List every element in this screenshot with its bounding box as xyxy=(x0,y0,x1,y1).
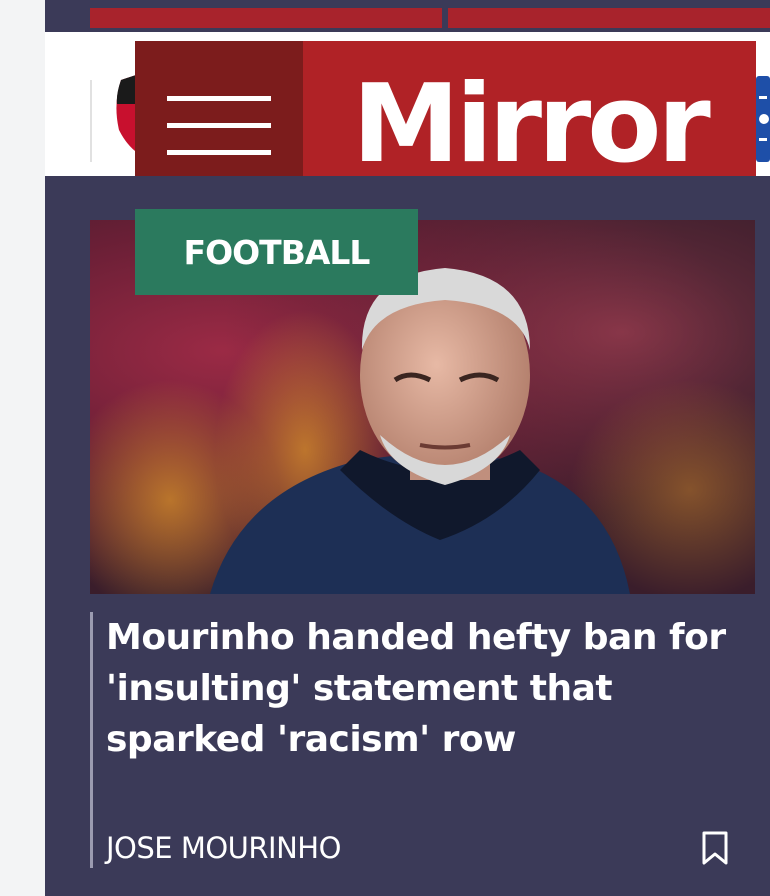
site-logo: Mirror xyxy=(352,62,710,187)
hamburger-menu-icon xyxy=(167,95,271,101)
top-nav-bar-left xyxy=(90,8,442,28)
hamburger-menu-icon-line xyxy=(167,149,271,155)
top-nav-bar-right xyxy=(448,8,770,28)
topic-link[interactable]: JOSE MOURINHO xyxy=(106,830,341,866)
crest-divider xyxy=(90,80,92,162)
category-tag-football[interactable]: FOOTBALL xyxy=(135,209,418,295)
club-crest-icon-right[interactable] xyxy=(756,76,770,162)
hamburger-menu-icon-line xyxy=(167,122,271,128)
article-headline[interactable]: Mourinho handed hefty ban for 'insulting… xyxy=(106,612,726,765)
headline-rule xyxy=(90,612,93,868)
bookmark-icon[interactable] xyxy=(700,830,730,866)
